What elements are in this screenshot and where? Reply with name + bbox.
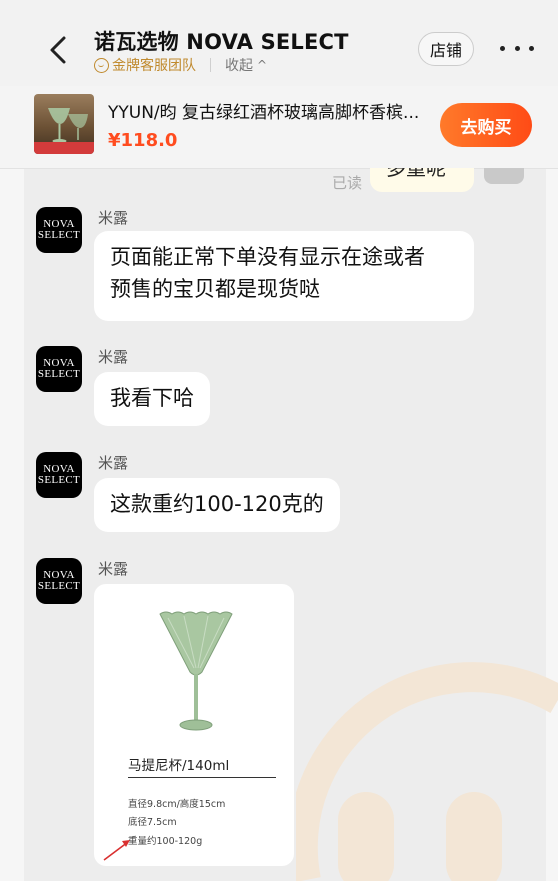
image-message[interactable]: 马提尼杯/140ml 直径9.8cm/高度15cm 底径7.5cm 重量约100…	[94, 584, 294, 866]
user-avatar[interactable]	[484, 168, 524, 184]
message-text-line: 页面能正常下单没有显示在途或者	[110, 245, 425, 269]
chat-header: 诺瓦选物 NOVA SELECT 金牌客服团队 收起 ^ 店铺	[0, 0, 558, 86]
collapse-toggle[interactable]: 收起 ^	[225, 55, 267, 75]
thumbnail-banner	[34, 142, 94, 154]
message-text-line: 预售的宝贝都是现货哒	[110, 277, 320, 301]
message-bubble[interactable]: 我看下哈	[94, 372, 210, 426]
martini-glass-image	[159, 611, 233, 731]
message-text-line: 这款重约100-120克的	[110, 492, 324, 516]
dot-icon	[500, 45, 505, 51]
sender-name: 米露	[98, 560, 129, 578]
image-divider	[128, 777, 276, 778]
product-thumbnail[interactable]	[34, 94, 94, 154]
avatar-logo-line2: SELECT	[37, 580, 81, 592]
header-subtitle-row: 金牌客服团队 收起 ^	[94, 55, 267, 75]
agent-avatar[interactable]: NOVA SELECT	[36, 558, 82, 604]
agent-avatar[interactable]: NOVA SELECT	[36, 207, 82, 253]
dot-icon	[529, 45, 534, 51]
chevron-up-icon: ^	[257, 58, 268, 72]
message-bubble[interactable]: 这款重约100-120克的	[94, 478, 340, 532]
shop-title: 诺瓦选物 NOVA SELECT	[94, 30, 349, 54]
dot-icon	[514, 45, 520, 51]
chevron-left-icon	[50, 36, 66, 64]
spec-line: 直径9.8cm/高度15cm	[128, 799, 226, 810]
side-strip-left	[0, 168, 24, 881]
background-decoration	[296, 640, 558, 881]
more-options-button[interactable]	[500, 38, 534, 58]
outgoing-message-bubble[interactable]: 多重呢	[370, 168, 474, 192]
arrow-annotation-icon	[103, 840, 130, 861]
agent-avatar[interactable]: NOVA SELECT	[36, 346, 82, 392]
image-product-title: 马提尼杯/140ml	[128, 758, 230, 774]
smile-badge-icon	[94, 57, 109, 73]
team-label: 金牌客服团队	[112, 58, 196, 74]
read-receipt: 已读	[332, 174, 363, 192]
agent-avatar[interactable]: NOVA SELECT	[36, 452, 82, 498]
message-bubble[interactable]: 页面能正常下单没有显示在途或者 预售的宝贝都是现货哒	[94, 231, 474, 321]
back-button[interactable]	[40, 30, 76, 70]
sender-name: 米露	[98, 348, 129, 366]
avatar-logo-line2: SELECT	[37, 368, 81, 380]
buy-button[interactable]: 去购买	[440, 103, 532, 147]
avatar-logo-line2: SELECT	[37, 229, 81, 241]
collapse-label: 收起	[225, 58, 253, 74]
message-text-line: 我看下哈	[110, 386, 194, 410]
store-button[interactable]: 店铺	[418, 32, 474, 66]
sender-name: 米露	[98, 209, 129, 227]
sender-name: 米露	[98, 454, 129, 472]
product-name[interactable]: YYUN/昀 复古绿红酒杯玻璃高脚杯香槟...	[108, 98, 436, 123]
header-divider	[210, 58, 211, 72]
product-price: ¥118.0	[108, 130, 178, 151]
outgoing-message-text: 多重呢	[386, 168, 446, 180]
avatar-logo-line2: SELECT	[37, 474, 81, 486]
